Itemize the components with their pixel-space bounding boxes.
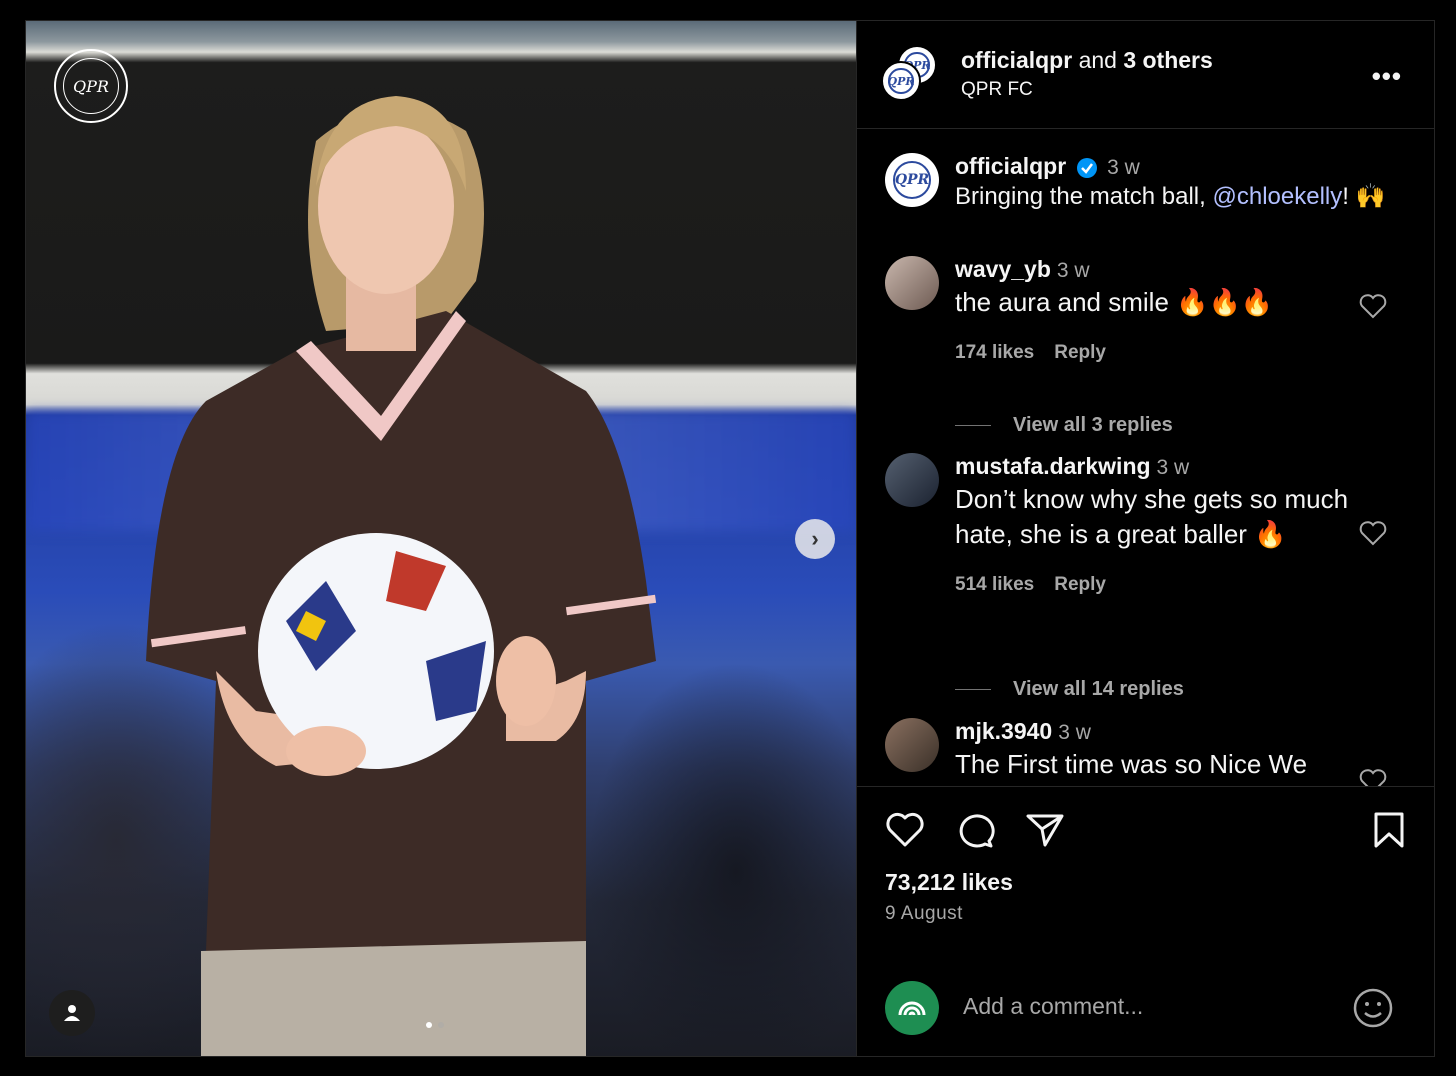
comment-text: the aura and smile 🔥🔥🔥: [955, 287, 1274, 317]
avatar[interactable]: [885, 453, 939, 507]
avatar[interactable]: [885, 718, 939, 772]
heart-icon[interactable]: [1359, 520, 1387, 546]
player-with-ball-image: [146, 96, 657, 1056]
post-header: QPR QPR officialqpr and 3 others QPR FC …: [857, 21, 1434, 129]
heart-icon[interactable]: [1359, 293, 1387, 319]
collab-usernames[interactable]: officialqpr and 3 others: [961, 47, 1213, 74]
chevron-right-icon: ›: [811, 526, 819, 551]
view-replies-button[interactable]: View all 14 replies: [955, 678, 1184, 701]
heart-icon[interactable]: [885, 811, 925, 849]
view-replies-button[interactable]: View all 3 replies: [955, 414, 1173, 437]
tagged-users-button[interactable]: [49, 990, 95, 1036]
caption-username[interactable]: officialqpr: [955, 153, 1066, 179]
comment-likes[interactable]: 174 likes: [955, 342, 1034, 363]
comment-likes[interactable]: 514 likes: [955, 574, 1034, 595]
avatar[interactable]: QPR: [885, 153, 939, 207]
carousel-dots: [426, 1022, 444, 1028]
emoji-icon[interactable]: [1352, 987, 1394, 1029]
add-comment-input[interactable]: Add a comment...: [963, 993, 1143, 1020]
collab-avatars[interactable]: QPR QPR: [881, 45, 941, 105]
comment-icon[interactable]: [955, 811, 995, 849]
reply-button[interactable]: Reply: [1054, 342, 1106, 363]
mention-link[interactable]: @chloekelly: [1212, 183, 1342, 210]
more-options-icon[interactable]: •••: [1372, 61, 1402, 92]
bookmark-icon[interactable]: [1372, 811, 1406, 849]
comment-text: The First time was so Nice We: [955, 749, 1308, 779]
post-actions: 73,212 likes 9 August Add a comment...: [857, 786, 1434, 1056]
qpr-crest-logo: QPR: [54, 49, 128, 123]
verified-icon: [1076, 157, 1097, 178]
user-tag-icon: [64, 1005, 80, 1021]
post-side-panel: QPR QPR officialqpr and 3 others QPR FC …: [856, 21, 1434, 1056]
share-icon[interactable]: [1025, 811, 1065, 849]
comments-list[interactable]: QPR officialqpr 3 w Bringing the match b…: [857, 129, 1434, 786]
avatar[interactable]: [885, 256, 939, 310]
post-photo[interactable]: QPR ›: [26, 21, 856, 1056]
avatar: [885, 981, 939, 1035]
post-date: 9 August: [885, 903, 963, 924]
reply-button[interactable]: Reply: [1054, 574, 1106, 595]
instagram-post-modal: QPR › QPR QPR officialqpr and 3 others Q…: [25, 20, 1435, 1057]
add-comment-bar: Add a comment...: [857, 965, 1434, 1056]
caption-text: Bringing the match ball, @chloekelly! 🙌: [955, 183, 1386, 210]
heart-icon[interactable]: [1359, 768, 1387, 786]
next-photo-button[interactable]: ›: [795, 519, 835, 559]
likes-count[interactable]: 73,212 likes: [885, 869, 1013, 896]
post-location[interactable]: QPR FC: [961, 79, 1033, 101]
comment-text: Don’t know why she gets so much hate, sh…: [955, 484, 1349, 549]
